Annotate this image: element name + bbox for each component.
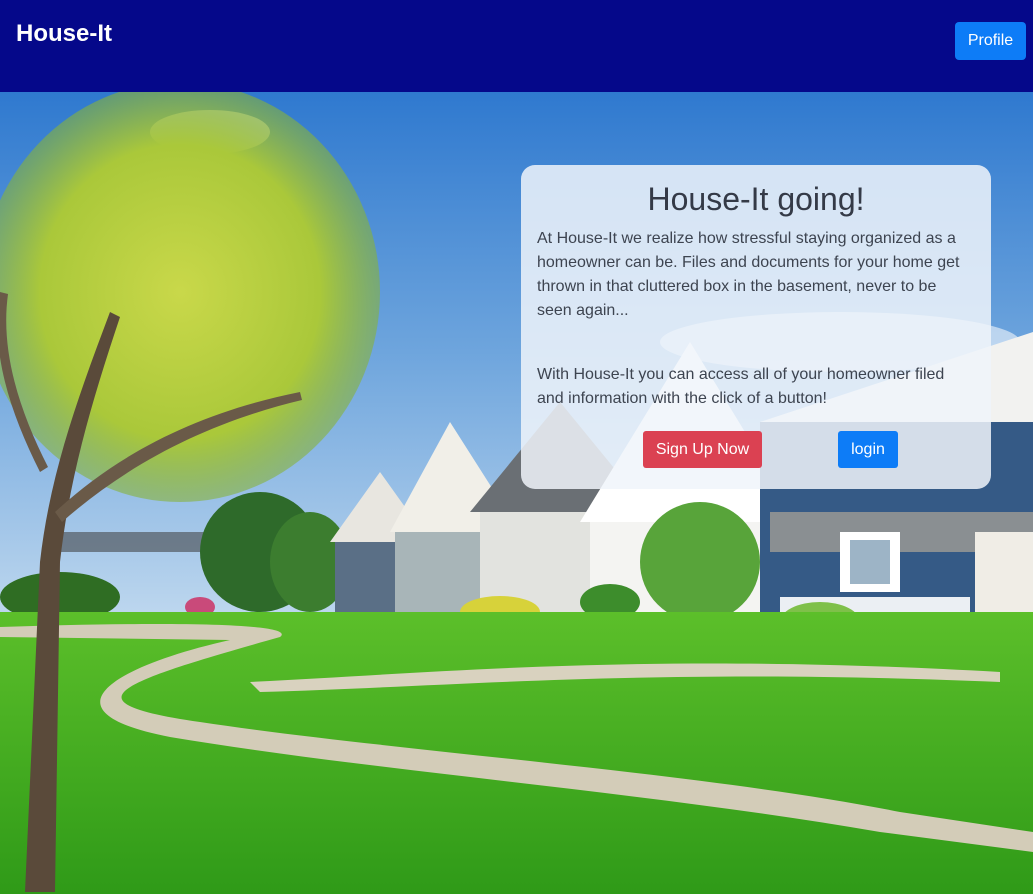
login-button[interactable]: login — [838, 431, 898, 468]
intro-card: House-It going! At House-It we realize h… — [521, 165, 991, 489]
intro-paragraph: At House-It we realize how stressful sta… — [537, 230, 960, 319]
profile-button[interactable]: Profile — [955, 22, 1026, 60]
access-paragraph: With House-It you can access all of your… — [537, 366, 945, 407]
top-navbar: House-It Profile — [0, 0, 1033, 92]
sign-up-button[interactable]: Sign Up Now — [643, 431, 762, 468]
card-title: House-It going! — [647, 181, 865, 217]
brand-logo-text[interactable]: House-It — [16, 20, 112, 48]
